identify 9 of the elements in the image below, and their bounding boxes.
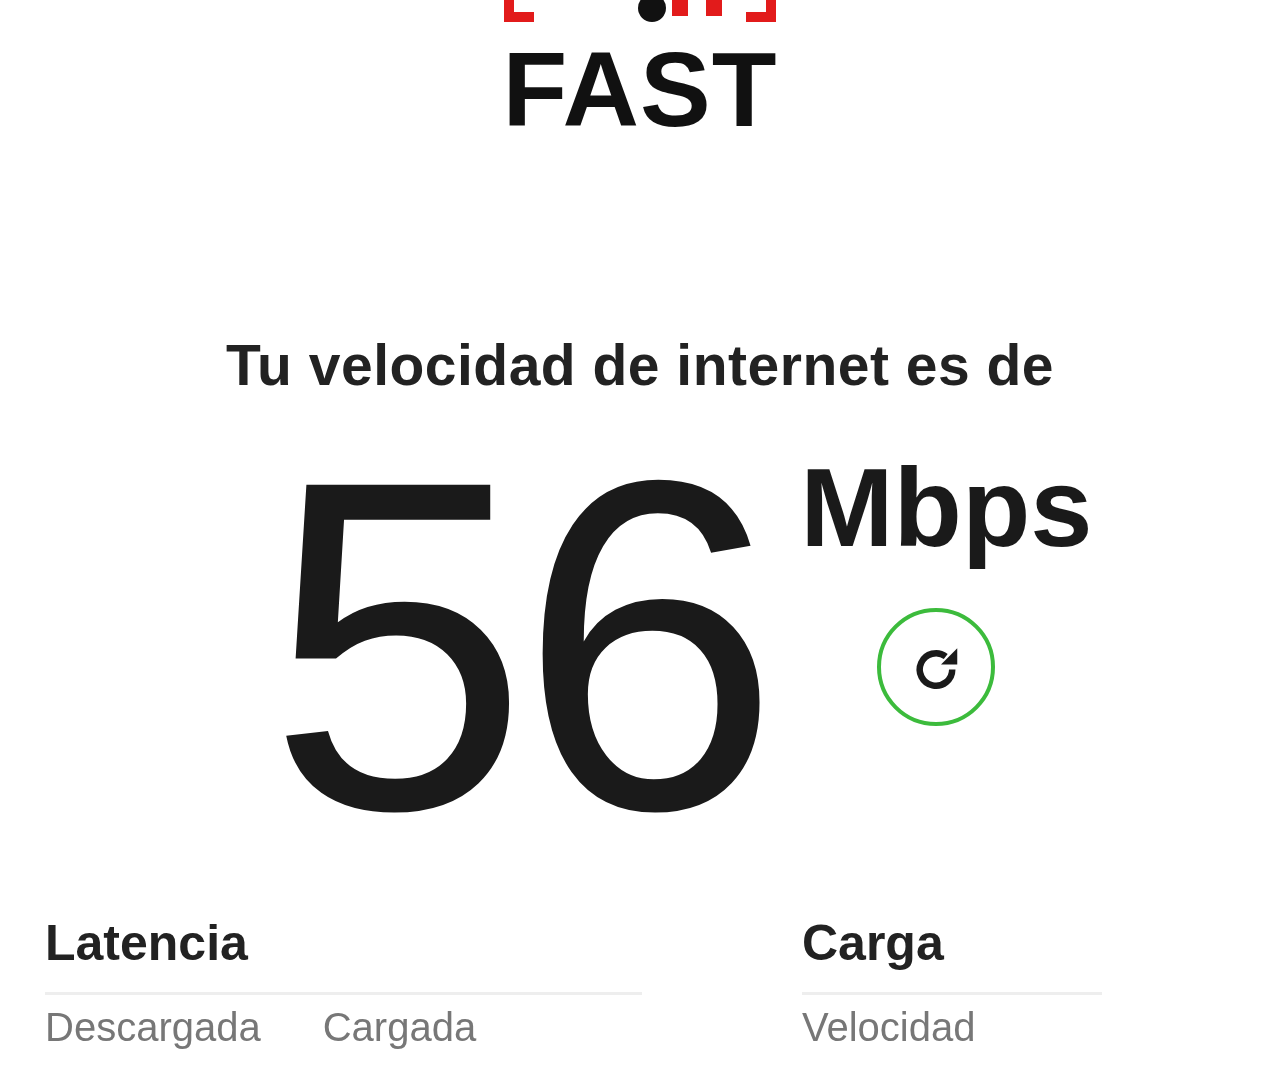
metric-label: Cargada (322, 1005, 477, 1050)
metric-label: Velocidad (802, 1005, 976, 1050)
speed-unit: Mbps (800, 444, 1093, 572)
section-title: Latencia (45, 914, 642, 995)
metric-label: Descargada (45, 1005, 261, 1050)
speed-heading: Tu velocidad de internet es de (226, 332, 1054, 398)
speed-value: 56 (267, 458, 771, 834)
logo-text: FAST (502, 36, 778, 142)
section-title: Carga (802, 914, 1102, 995)
